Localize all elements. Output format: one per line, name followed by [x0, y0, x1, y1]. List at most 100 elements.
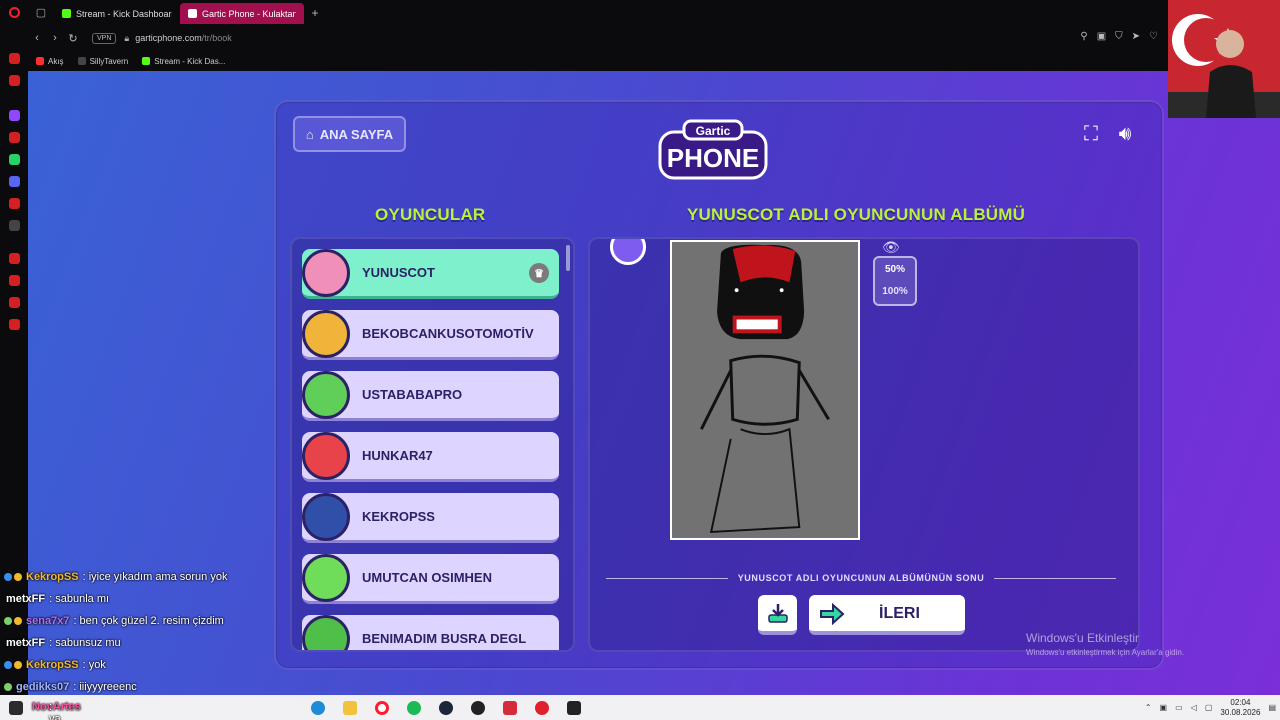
forward-icon[interactable]: ›: [46, 32, 64, 44]
album-heading: YUNUSCOT ADLI OYUNCUNUN ALBÜMÜ: [687, 205, 1026, 224]
url-host: garticphone.com: [135, 33, 202, 43]
opera-logo-icon[interactable]: [0, 0, 28, 25]
chat-username: metxFF: [6, 593, 46, 605]
chat-text: : sabunla mı: [49, 593, 110, 605]
home-label: ANA SAYFA: [319, 126, 394, 142]
tab-kick-dashboard[interactable]: Stream - Kick Dashboard: [54, 3, 180, 24]
instagram-icon[interactable]: [8, 198, 20, 209]
avatar: [302, 371, 350, 419]
snapshot-icon[interactable]: ▣: [1097, 31, 1106, 42]
player-item-benimadim-busra[interactable]: BENIMADIM BUSRA DEGL: [302, 615, 559, 650]
messenger-icon[interactable]: [8, 75, 20, 86]
download-icon: [767, 604, 788, 623]
x-icon[interactable]: [8, 220, 20, 231]
player-item-ustababapro[interactable]: USTABABAPRO: [302, 371, 559, 421]
whatsapp-icon[interactable]: [8, 154, 20, 165]
chat-username: KekropSS: [26, 571, 79, 583]
chat-username: metxFF: [6, 637, 46, 649]
history-icon[interactable]: [8, 253, 20, 264]
avatar: [302, 554, 350, 602]
url-field[interactable]: garticphone.com/tr/book: [135, 33, 232, 43]
start-button[interactable]: [0, 695, 32, 720]
tray-chevron-icon[interactable]: ⌃: [1145, 703, 1152, 712]
player-name: HUNKAR47: [362, 448, 433, 463]
album-area[interactable]: 👁︎ 50% 100%: [588, 237, 1140, 652]
tab-overview-icon[interactable]: ▢: [28, 0, 54, 25]
badge-icon: [14, 661, 22, 669]
zoom-selector[interactable]: 50% 100%: [873, 256, 917, 306]
opera-icon[interactable]: [366, 695, 398, 720]
home-icon: ⌂: [305, 126, 314, 142]
eye-icon[interactable]: 👁︎: [882, 239, 900, 256]
spotify-icon[interactable]: [398, 695, 430, 720]
home-button[interactable]: ⌂ ANA SAYFA: [293, 116, 406, 152]
address-actions: ⚲ ▣ ⛉ ➤ ♡: [1080, 31, 1158, 42]
taskbar-clock[interactable]: 02:04 30.08.2026: [1220, 698, 1260, 718]
bookmark-sillytavern[interactable]: SillyTavern: [77, 57, 128, 66]
player-name: KEKROPSS: [362, 509, 435, 524]
album-drawing[interactable]: [670, 240, 860, 540]
webcam-overlay: [1168, 0, 1280, 118]
player-item-umutcan-osimhen[interactable]: UMUTCAN OSIMHEN: [302, 554, 559, 604]
gartic-icon: [188, 9, 197, 18]
recorder-icon[interactable]: [526, 695, 558, 720]
chat-message: sena7x7: ben çok güzel 2. resim çizdim: [4, 610, 294, 632]
players-heading: OYUNCULAR: [375, 205, 486, 224]
player-item-bekobcankusotomotiv[interactable]: BEKOBCANKUSOTOMOTİV: [302, 310, 559, 360]
media-player-icon[interactable]: [494, 695, 526, 720]
zoom-option-100[interactable]: 100%: [875, 280, 915, 302]
back-icon[interactable]: ‹: [28, 32, 46, 44]
download-button[interactable]: [758, 595, 797, 635]
notifications-icon[interactable]: ▤: [1268, 703, 1276, 712]
speed-dial-icon[interactable]: [8, 53, 20, 64]
heart-icon[interactable]: ♡: [1149, 31, 1158, 42]
percent-icon[interactable]: [8, 132, 20, 143]
player-item-kekropss[interactable]: KEKROPSS: [302, 493, 559, 543]
player-item-yunuscot[interactable]: YUNUSCOT ♛: [302, 249, 559, 299]
chat-username: NovArtes: [32, 700, 81, 713]
clock-icon[interactable]: [8, 275, 20, 286]
windows-activation-watermark: Windows'u Etkinleştir Windows'u etkinleş…: [1026, 631, 1184, 657]
chat-text: : sabunsuz mu: [49, 637, 121, 649]
shield-icon[interactable]: ⛉: [1115, 31, 1123, 42]
kick-icon: [62, 9, 71, 18]
twitch-icon[interactable]: [8, 110, 20, 121]
bookmarks-bar: Akış SillyTavern Stream - Kick Das...: [28, 51, 1168, 71]
new-tab-button[interactable]: +: [304, 6, 326, 20]
bookmark-kick[interactable]: Stream - Kick Das...: [142, 57, 225, 66]
fullscreen-icon[interactable]: ⛶: [1080, 123, 1102, 145]
extensions-icon[interactable]: [8, 297, 20, 308]
pin-icon[interactable]: ⚲: [1080, 31, 1087, 42]
player-item-hunkar47[interactable]: HUNKAR47: [302, 432, 559, 482]
chat-text: : ben çok güzel 2. resim çizdim: [73, 615, 224, 627]
author-avatar: [610, 239, 646, 265]
bookmark-akis[interactable]: Akış: [36, 57, 64, 66]
player-name: YUNUSCOT: [362, 265, 435, 280]
edge-icon[interactable]: [302, 695, 334, 720]
avatar: [302, 432, 350, 480]
vpn-badge[interactable]: VPN: [92, 32, 117, 44]
chat-overlay-last-line: NovArtes: ya yalan söleme kesinlikle yık…: [32, 695, 302, 720]
tab-gartic-phone[interactable]: Gartic Phone - Kulaktan Ku: [180, 3, 304, 24]
obs-icon[interactable]: [462, 695, 494, 720]
zoom-option-50[interactable]: 50%: [875, 258, 915, 280]
badge-icon: [4, 573, 12, 581]
lock-icon[interactable]: 🔒︎: [124, 33, 129, 44]
tray-app-icon[interactable]: ▣: [1160, 703, 1168, 712]
reload-icon[interactable]: ↻: [64, 32, 82, 45]
steam-icon[interactable]: [430, 695, 462, 720]
settings-icon[interactable]: [8, 319, 20, 330]
volume-icon[interactable]: ◁: [1191, 703, 1197, 712]
network-icon[interactable]: ▭: [1175, 703, 1183, 712]
display-icon[interactable]: ▢: [1205, 703, 1213, 712]
players-list[interactable]: YUNUSCOT ♛ BEKOBCANKUSOTOMOTİV USTABABAP…: [290, 237, 575, 652]
system-tray: ⌃ ▣ ▭ ◁ ▢ 02:04 30.08.2026 ▤: [1145, 695, 1276, 720]
sound-icon[interactable]: 🔊︎: [1114, 123, 1136, 145]
send-icon[interactable]: ➤: [1132, 31, 1140, 42]
players-scrollbar[interactable]: [566, 245, 570, 271]
discord-icon[interactable]: [8, 176, 20, 187]
epic-games-icon[interactable]: [558, 695, 590, 720]
file-explorer-icon[interactable]: [334, 695, 366, 720]
next-button[interactable]: İLERI: [809, 595, 965, 635]
chat-message: metxFF: sabunla mı: [4, 588, 294, 610]
